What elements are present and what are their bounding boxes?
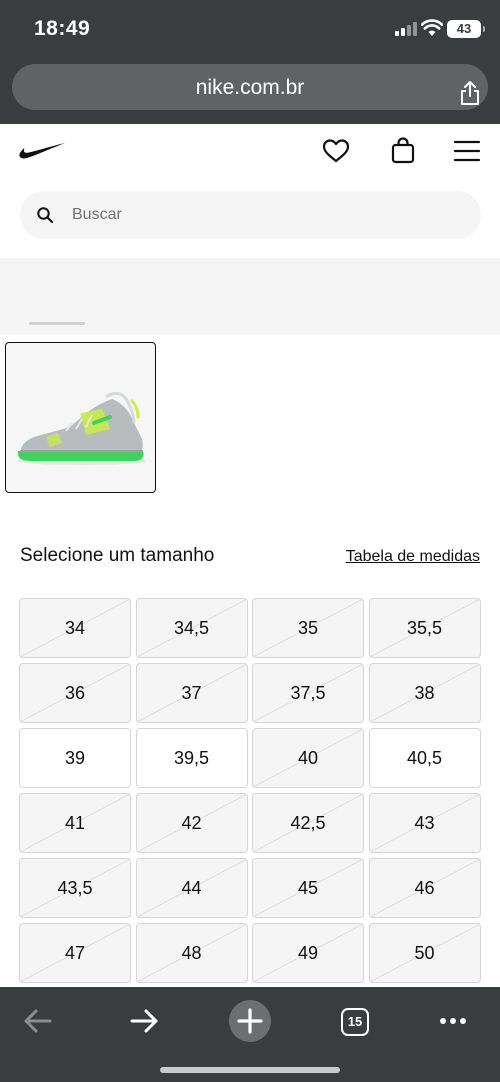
size-label: 43,5 [57,878,93,898]
size-guide-link[interactable]: Tabela de medidas [346,548,480,566]
tabs-button[interactable]: 15 [333,999,377,1043]
size-label: 34,5 [173,618,210,638]
signal-icon [395,22,417,36]
size-option[interactable]: 47 [19,923,131,983]
size-label: 49 [297,943,319,963]
size-option[interactable]: 42,5 [252,793,364,853]
size-option[interactable]: 35 [252,598,364,658]
size-option[interactable]: 39,5 [135,728,248,788]
size-option[interactable]: 40 [252,728,364,788]
search-input[interactable] [72,191,462,239]
heart-icon[interactable] [321,136,351,166]
forward-arrow-icon[interactable] [122,999,166,1043]
size-label: 36 [64,683,86,703]
size-option[interactable]: 46 [368,858,481,918]
tabs-count: 15 [347,1014,363,1029]
home-indicator [160,1067,340,1073]
more-icon[interactable] [431,999,475,1043]
nike-swoosh-logo[interactable] [18,141,66,161]
size-option[interactable]: 40,5 [368,728,481,788]
size-label: 40 [297,748,319,768]
size-label: 39,5 [173,748,210,768]
share-icon[interactable] [459,80,481,106]
size-option[interactable]: 48 [135,923,248,983]
size-label: 47 [64,943,86,963]
menu-icon[interactable] [452,136,482,166]
new-tab-plus-icon[interactable] [228,999,272,1043]
size-option[interactable]: 49 [252,923,364,983]
search-bar [20,191,481,239]
size-label: 42,5 [290,813,326,833]
site-header [0,124,500,184]
size-option[interactable]: 36 [19,663,131,723]
size-label: 38 [414,683,435,703]
size-label: 39 [64,748,86,768]
status-bar: 18:49 43 [0,0,500,58]
shoe-thumbnail[interactable] [5,342,156,493]
size-label: 44 [181,878,202,898]
size-label: 50 [414,943,435,963]
size-option[interactable]: 37 [135,663,248,723]
size-option[interactable]: 44 [135,858,248,918]
size-label: 43 [414,813,435,833]
size-label: 45 [297,878,319,898]
size-label: 37 [181,683,202,703]
size-label: 48 [181,943,202,963]
size-option[interactable]: 41 [19,793,131,853]
size-option[interactable]: 39 [19,728,131,788]
search-icon [37,207,53,223]
size-option[interactable]: 37,5 [252,663,364,723]
size-option[interactable]: 43 [368,793,481,853]
size-label: 35,5 [406,618,443,638]
size-option[interactable]: 38 [368,663,481,723]
size-label: 41 [64,813,86,833]
size-option[interactable]: 43,5 [19,858,131,918]
tabs-icon: 15 [341,1008,369,1036]
size-label: 37,5 [290,683,326,703]
size-label: 34 [64,618,86,638]
address-bar[interactable]: nike.com.br [12,64,488,110]
product-image-carousel [0,258,500,335]
size-section-title: Selecione um tamanho [20,545,215,566]
url-text: nike.com.br [195,76,305,99]
size-label: 46 [414,878,435,898]
size-option[interactable]: 35,5 [368,598,481,658]
size-option[interactable]: 34 [19,598,131,658]
size-label: 40,5 [406,748,443,768]
size-option[interactable]: 45 [252,858,364,918]
size-option[interactable]: 50 [368,923,481,983]
bag-icon[interactable] [388,136,418,166]
browser-toolbar: 15 [0,987,500,1082]
size-label: 35 [297,618,319,638]
carousel-indicator [29,322,85,325]
size-label: 42 [181,813,202,833]
browser-address-area: nike.com.br [0,58,500,124]
shoe-image [18,391,146,465]
size-option[interactable]: 34,5 [135,598,248,658]
back-arrow-icon[interactable] [16,999,60,1043]
wifi-icon [421,19,443,36]
status-time: 18:49 [34,17,91,40]
size-option[interactable]: 42 [135,793,248,853]
battery-indicator: 43 [447,20,485,38]
